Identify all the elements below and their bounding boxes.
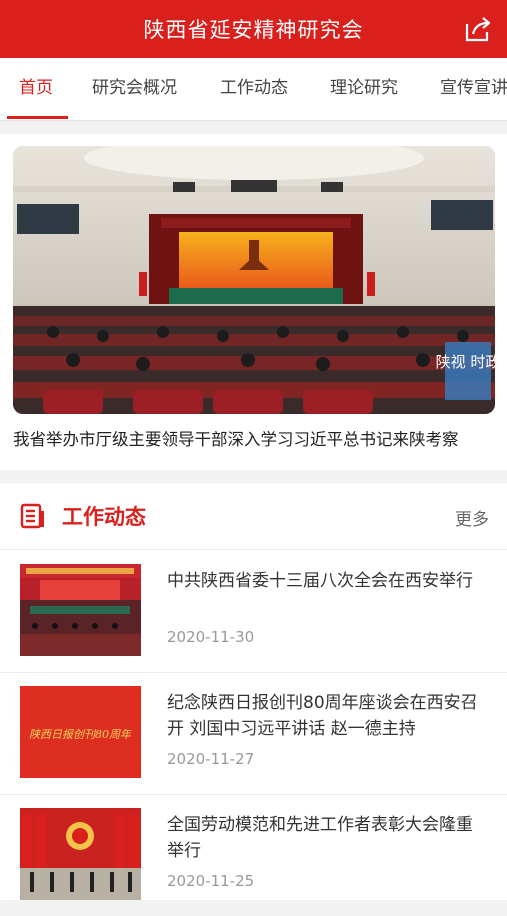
app-header: 陕西省延安精神研究会 [0,0,507,58]
news-title: 纪念陕西日报创刊80周年座谈会在西安召开 刘国中习远平讲话 赵一德主持 [167,693,478,739]
page-title: 陕西省延安精神研究会 [143,18,364,42]
news-thumbnail: 陕西日报创刊80周年 [20,686,141,778]
tab-home[interactable]: 首页 [19,58,53,118]
section-header: 工作动态 更多 [0,483,507,550]
watermark-text: 陕视 时政 [436,353,495,371]
tab-publicity[interactable]: 宣传宣讲 [440,58,507,118]
active-tab-indicator [7,116,68,119]
tab-overview[interactable]: 研究会概况 [92,58,177,118]
news-date: 2020-11-25 [167,872,255,890]
tab-theory[interactable]: 理论研究 [330,58,398,118]
more-link[interactable]: 更多 [455,505,489,530]
share-icon[interactable] [463,14,493,44]
list-item[interactable]: 中共陕西省委十三届八次全会在西安举行 2020-11-30 [0,550,507,673]
category-tabs: 首页 研究会概况 工作动态 理论研究 宣传宣讲 [0,58,507,121]
banner-card: 陕视 时政 我省举办市厅级主要领导干部深入学习习近平总书记来陕考察 [0,134,507,470]
news-thumbnail [20,808,141,900]
thumbnail-text: 陕西日报创刊80周年 [29,728,132,741]
banner-caption[interactable]: 我省举办市厅级主要领导干部深入学习习近平总书记来陕考察 [13,426,497,454]
news-date: 2020-11-30 [167,628,255,646]
tab-work-news[interactable]: 工作动态 [220,58,288,118]
news-thumbnail [20,564,141,656]
list-item[interactable]: 全国劳动模范和先进工作者表彰大会隆重举行 2020-11-25 [0,794,507,916]
news-list-icon [20,503,44,529]
banner-image[interactable]: 陕视 时政 [13,146,495,414]
list-item[interactable]: 陕西日报创刊80周年 纪念陕西日报创刊80周年座谈会在西安召开 刘国中习远平讲话… [0,672,507,795]
section-title: 工作动态 [62,505,146,529]
news-title: 中共陕西省委十三届八次全会在西安举行 [167,571,473,591]
news-title: 全国劳动模范和先进工作者表彰大会隆重举行 [167,815,473,861]
news-date: 2020-11-27 [167,750,255,768]
work-news-section: 工作动态 更多 中共陕西省委十三届八次全会在西安举行 2020-11-30 陕西 [0,483,507,900]
